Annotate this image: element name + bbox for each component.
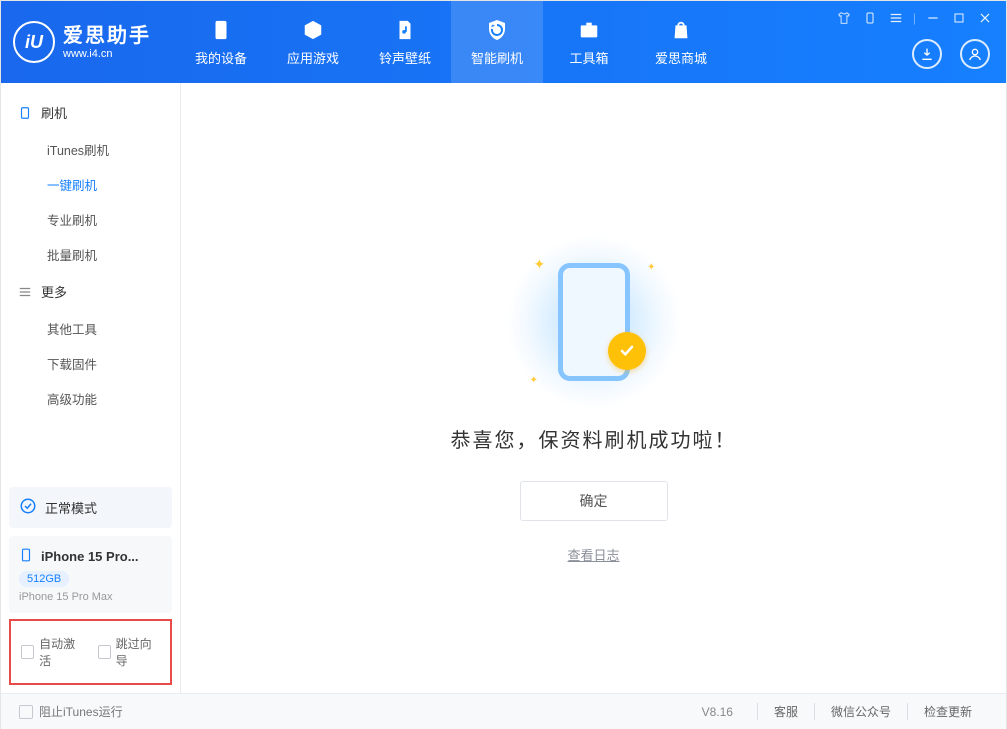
- nav-tab-flash[interactable]: 智能刷机: [451, 1, 543, 83]
- sidebar-group-more[interactable]: 更多: [1, 272, 180, 311]
- window-controls: |: [835, 9, 994, 27]
- sparkle-icon: ✦: [647, 262, 655, 273]
- mode-status-card[interactable]: 正常模式: [9, 487, 172, 528]
- nav-tab-toolbox[interactable]: 工具箱: [543, 1, 635, 83]
- phone-outline-icon[interactable]: [861, 9, 879, 27]
- footer-bar: 阻止iTunes运行 V8.16 客服 微信公众号 检查更新: [1, 693, 1006, 729]
- confirm-button[interactable]: 确定: [520, 481, 668, 521]
- user-icon[interactable]: [960, 39, 990, 69]
- more-icon: [17, 284, 33, 300]
- tshirt-icon[interactable]: [835, 9, 853, 27]
- main-content: ✦ ✦ ✦ 恭喜您，保资料刷机成功啦！ 确定 查看日志: [181, 83, 1006, 693]
- logo-badge: iU: [13, 21, 55, 63]
- minimize-button[interactable]: [924, 9, 942, 27]
- brand-title: 爱思助手: [63, 24, 151, 48]
- briefcase-icon: [577, 18, 601, 42]
- storage-badge: 512GB: [19, 571, 69, 587]
- footer-link-wechat[interactable]: 微信公众号: [814, 703, 907, 720]
- device-small-icon: [17, 105, 33, 121]
- success-illustration: ✦ ✦ ✦: [524, 252, 664, 392]
- sidebar-item-download-firmware[interactable]: 下载固件: [1, 346, 180, 381]
- nav-tab-store[interactable]: 爱思商城: [635, 1, 727, 83]
- cube-icon: [301, 18, 325, 42]
- download-icon[interactable]: [912, 39, 942, 69]
- nav-tab-my-device[interactable]: 我的设备: [175, 1, 267, 83]
- nav-tab-apps[interactable]: 应用游戏: [267, 1, 359, 83]
- refresh-shield-icon: [485, 18, 509, 42]
- phone-small-icon: [19, 546, 33, 567]
- sidebar-item-batch-flash[interactable]: 批量刷机: [1, 237, 180, 272]
- success-title: 恭喜您，保资料刷机成功啦！: [451, 424, 737, 453]
- check-badge-icon: [608, 332, 646, 370]
- nav-tab-ringtones[interactable]: 铃声壁纸: [359, 1, 451, 83]
- sidebar-item-oneclick-flash[interactable]: 一键刷机: [1, 167, 180, 202]
- device-full-name: iPhone 15 Pro Max: [19, 591, 162, 603]
- sparkle-icon: ✦: [530, 375, 538, 386]
- checkbox-auto-activate[interactable]: 自动激活: [21, 635, 84, 669]
- checkbox-skip-guide[interactable]: 跳过向导: [98, 635, 161, 669]
- checkbox-block-itunes[interactable]: 阻止iTunes运行: [19, 703, 123, 720]
- menu-icon[interactable]: [887, 9, 905, 27]
- app-header: iU 爱思助手 www.i4.cn 我的设备 应用游戏 铃声壁纸: [1, 1, 1006, 83]
- sidebar-item-pro-flash[interactable]: 专业刷机: [1, 202, 180, 237]
- sparkle-icon: ✦: [534, 256, 546, 273]
- music-file-icon: [393, 18, 417, 42]
- bottom-checkbox-row: 自动激活 跳过向导: [9, 619, 172, 685]
- sidebar-item-itunes-flash[interactable]: iTunes刷机: [1, 132, 180, 167]
- brand-subtitle: www.i4.cn: [63, 48, 151, 60]
- sidebar-group-flash[interactable]: 刷机: [1, 93, 180, 132]
- version-label: V8.16: [702, 705, 733, 719]
- view-log-link[interactable]: 查看日志: [567, 545, 619, 564]
- check-circle-icon: [19, 497, 37, 518]
- footer-link-support[interactable]: 客服: [757, 703, 814, 720]
- phone-icon: [209, 18, 233, 42]
- device-card[interactable]: iPhone 15 Pro... 512GB iPhone 15 Pro Max: [9, 536, 172, 613]
- maximize-button[interactable]: [950, 9, 968, 27]
- sidebar-item-other-tools[interactable]: 其他工具: [1, 311, 180, 346]
- brand-logo: iU 爱思助手 www.i4.cn: [13, 21, 151, 63]
- bag-icon: [669, 18, 693, 42]
- device-name: iPhone 15 Pro...: [41, 549, 139, 564]
- footer-link-check-update[interactable]: 检查更新: [907, 703, 988, 720]
- sidebar: 刷机 iTunes刷机 一键刷机 专业刷机 批量刷机 更多 其他工具 下载固件 …: [1, 83, 181, 693]
- main-nav-tabs: 我的设备 应用游戏 铃声壁纸 智能刷机 工具箱: [175, 1, 727, 83]
- sidebar-item-advanced[interactable]: 高级功能: [1, 381, 180, 416]
- close-button[interactable]: [976, 9, 994, 27]
